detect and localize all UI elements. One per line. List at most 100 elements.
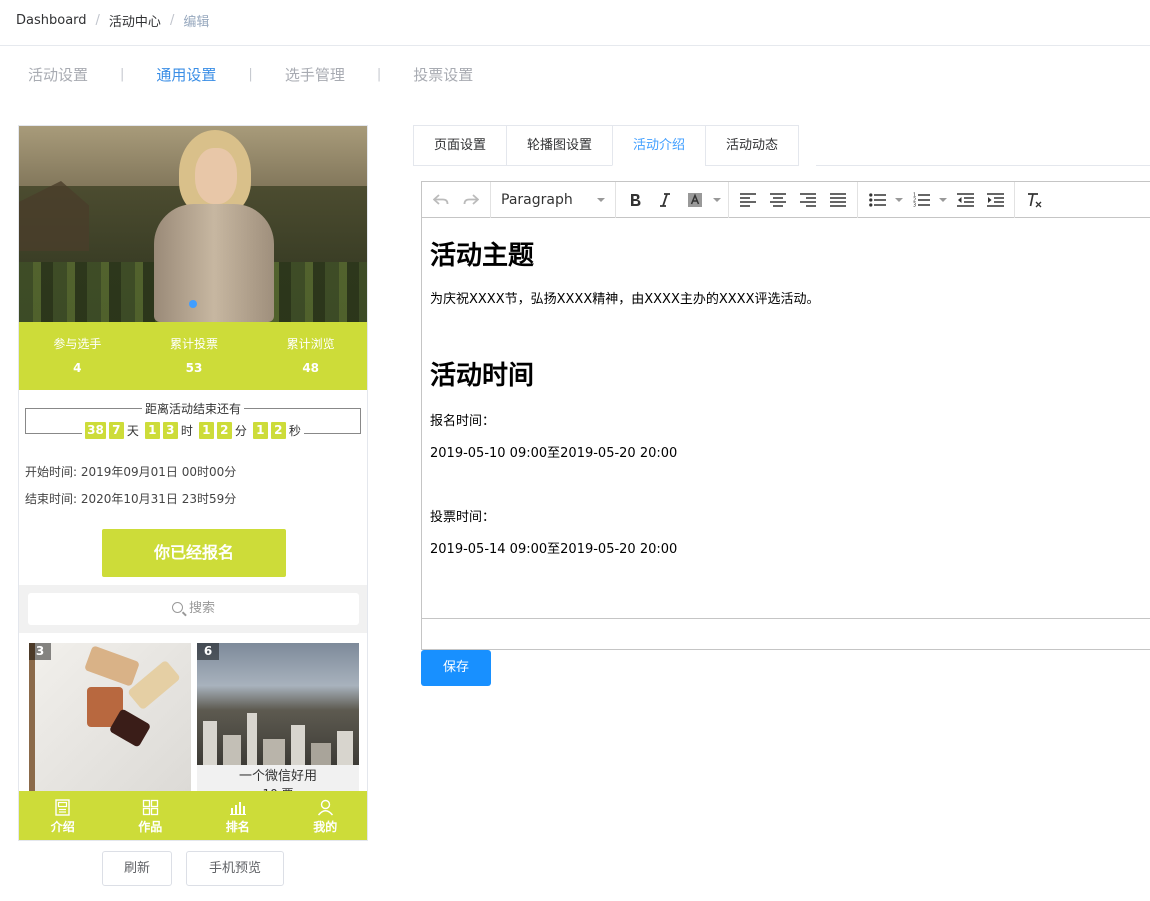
undo-button[interactable]	[426, 187, 456, 213]
chevron-down-icon	[597, 197, 605, 202]
search-bar: 搜索	[19, 585, 367, 633]
tabbar-intro[interactable]: 介绍	[19, 791, 107, 840]
countdown-minutes-digit: 1	[198, 422, 214, 439]
align-right-button[interactable]	[793, 187, 823, 213]
tabs-underline	[816, 165, 1150, 166]
breadcrumb: Dashboard / 活动中心 / 编辑	[16, 11, 209, 30]
tab-page-settings[interactable]: 页面设置	[413, 125, 507, 166]
align-right-icon	[800, 192, 816, 207]
bullet-list-dropdown[interactable]	[892, 187, 906, 213]
breadcrumb-separator: /	[169, 13, 175, 28]
banner-person-body	[154, 204, 274, 322]
content-vote-range: 2019-05-14 09:00至2019-05-20 20:00	[430, 542, 678, 557]
numbered-list-button[interactable]: 123	[906, 187, 936, 213]
signup-button[interactable]: 你已经报名	[102, 529, 286, 577]
banner-carousel[interactable]	[19, 126, 367, 322]
countdown-seconds-digit: 2	[270, 422, 286, 439]
editor-content[interactable]: 活动主题 为庆祝XXXX节，弘扬XXXX精神，由XXXX主办的XXXX评选活动。…	[422, 240, 1150, 640]
nav-separator: |	[376, 67, 382, 82]
align-justify-button[interactable]	[823, 187, 853, 213]
stat-label: 累计投票	[170, 337, 219, 351]
tab-carousel-settings[interactable]: 轮播图设置	[506, 125, 613, 166]
activity-times: 开始时间: 2019年09月01日 00时00分 结束时间: 2020年10月3…	[25, 459, 236, 513]
outdent-icon	[956, 192, 974, 207]
bullet-list-button[interactable]	[862, 187, 892, 213]
entry-photo	[29, 643, 191, 793]
align-center-button[interactable]	[763, 187, 793, 213]
clear-formatting-button[interactable]	[1019, 187, 1049, 213]
tab-activity-news[interactable]: 活动动态	[705, 125, 800, 166]
countdown-hours-digit: 3	[162, 422, 178, 439]
editor-statusbar	[422, 618, 1150, 649]
bar-chart-icon	[230, 802, 247, 815]
text-color-button[interactable]	[680, 187, 710, 213]
nav-general-settings[interactable]: 通用设置	[156, 64, 216, 85]
nav-vote-settings[interactable]: 投票设置	[413, 64, 473, 85]
tabbar-label: 介绍	[50, 820, 75, 834]
numbered-list-dropdown[interactable]	[936, 187, 950, 213]
redo-button[interactable]	[456, 187, 486, 213]
save-button[interactable]: 保存	[421, 650, 491, 686]
nav-player-management[interactable]: 选手管理	[285, 64, 345, 85]
content-heading-theme: 活动主题	[430, 241, 535, 271]
nav-activity-settings[interactable]: 活动设置	[28, 64, 88, 85]
countdown-days-digit: 38	[85, 422, 106, 439]
stat-votes: 累计投票 53	[136, 322, 253, 390]
outdent-button[interactable]	[950, 187, 980, 213]
tab-activity-intro[interactable]: 活动介绍	[612, 125, 706, 166]
nav-separator: |	[248, 67, 253, 82]
countdown-seconds-unit: 秒	[285, 422, 304, 439]
text-color-icon	[688, 192, 702, 207]
header-divider	[0, 45, 1150, 46]
entry-card[interactable]: 3	[29, 643, 191, 793]
breadcrumb-dashboard[interactable]: Dashboard	[16, 13, 87, 28]
stat-label: 累计浏览	[286, 337, 335, 351]
tabbar-mine[interactable]: 我的	[282, 791, 368, 840]
calculator-icon	[55, 799, 70, 816]
countdown-hours-digit: 1	[144, 422, 160, 439]
countdown-days-unit: 天	[123, 422, 142, 439]
content-intro: 为庆祝XXXX节，弘扬XXXX精神，由XXXX主办的XXXX评选活动。	[430, 292, 820, 307]
entry-card[interactable]: 6 一个微信好用 10 票	[197, 643, 359, 793]
italic-button[interactable]	[650, 187, 680, 213]
mobile-preview-button[interactable]: 手机预览	[186, 851, 284, 886]
chevron-down-icon	[939, 197, 947, 202]
indent-button[interactable]	[980, 187, 1010, 213]
align-left-icon	[740, 192, 756, 207]
tabbar-label: 作品	[138, 820, 163, 834]
entry-number-badge: 6	[197, 643, 219, 660]
start-time: 开始时间: 2019年09月01日 00时00分	[25, 465, 237, 479]
search-placeholder: 搜索	[188, 601, 215, 616]
clear-formatting-icon	[1027, 192, 1041, 207]
phone-preview: 参与选手 4 累计投票 53 累计浏览 48 距离活动结束还有 38 7 天 1…	[18, 125, 368, 841]
entry-photo	[197, 643, 359, 765]
italic-icon	[660, 192, 670, 207]
tabbar-ranking[interactable]: 排名	[194, 791, 282, 840]
stat-players: 参与选手 4	[19, 322, 136, 390]
refresh-button[interactable]: 刷新	[102, 851, 172, 886]
grid-icon	[142, 799, 158, 816]
stat-value: 48	[302, 361, 320, 375]
carousel-indicator[interactable]	[189, 300, 197, 308]
countdown-hours-unit: 时	[177, 422, 196, 439]
numbered-list-icon: 123	[913, 193, 930, 207]
countdown: 距离活动结束还有 38 7 天 1 3 时 1 2 分 1 2 秒	[25, 402, 361, 439]
search-icon	[171, 602, 183, 613]
align-left-button[interactable]	[733, 187, 763, 213]
search-input[interactable]: 搜索	[28, 593, 359, 625]
chevron-down-icon	[895, 197, 903, 202]
format-dropdown[interactable]: Paragraph	[495, 192, 611, 208]
tabbar-works[interactable]: 作品	[107, 791, 195, 840]
format-value: Paragraph	[501, 191, 573, 208]
breadcrumb-edit: 编辑	[183, 15, 210, 30]
nav-separator: |	[120, 67, 125, 82]
countdown-days-digit: 7	[108, 422, 124, 439]
content-signup-label: 报名时间：	[430, 414, 496, 429]
breadcrumb-separator: /	[95, 13, 100, 28]
bold-button[interactable]	[620, 187, 650, 213]
countdown-digits: 38 7 天 1 3 时 1 2 分 1 2 秒	[26, 422, 360, 439]
stats-bar: 参与选手 4 累计投票 53 累计浏览 48	[19, 322, 367, 390]
align-center-icon	[770, 192, 786, 207]
breadcrumb-activity-center[interactable]: 活动中心	[109, 11, 161, 30]
text-color-dropdown[interactable]	[710, 187, 724, 213]
